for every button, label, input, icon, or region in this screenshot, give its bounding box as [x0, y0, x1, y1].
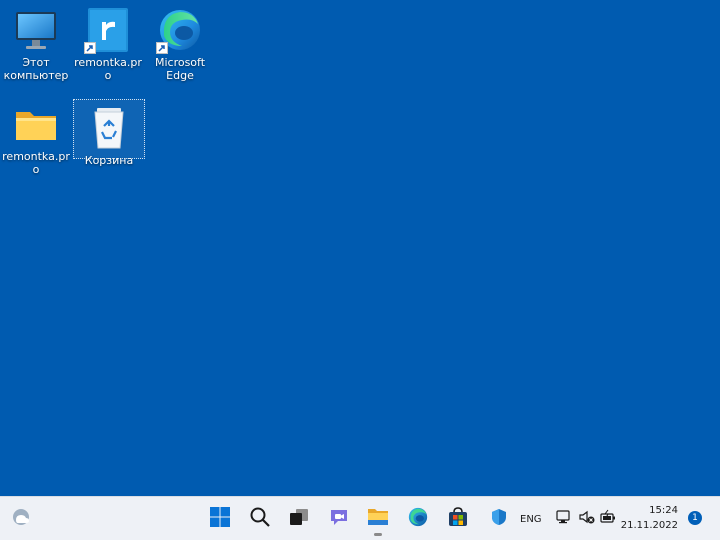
active-app-indicator — [374, 533, 382, 536]
file-explorer-icon — [366, 506, 390, 532]
desktop-icon-remontka-folder[interactable]: remontka.pro — [0, 96, 72, 176]
network-tray-button[interactable] — [553, 504, 575, 534]
windows-start-icon — [209, 506, 231, 532]
folder-icon — [12, 100, 60, 148]
shortcut-arrow-icon — [84, 42, 96, 54]
network-icon — [556, 509, 572, 529]
desktop-icon-recycle-bin[interactable]: Корзина — [73, 99, 145, 167]
shortcut-arrow-icon — [156, 42, 168, 54]
edge-taskbar-button[interactable] — [403, 504, 433, 534]
desktop-icon-label: Корзина — [84, 154, 134, 167]
edge-icon — [156, 6, 204, 54]
battery-tray-button[interactable] — [597, 504, 619, 534]
edge-icon — [407, 506, 429, 532]
language-indicator[interactable]: ENG — [520, 514, 542, 525]
desktop-icon-remontka-shortcut[interactable]: remontka.pro — [72, 2, 144, 82]
speaker-muted-icon — [578, 509, 596, 529]
battery-icon — [599, 509, 617, 529]
search-icon — [249, 506, 271, 532]
chat-button[interactable] — [324, 504, 354, 534]
weather-widget-icon — [10, 506, 32, 532]
shield-icon — [491, 508, 507, 530]
search-button[interactable] — [245, 504, 275, 534]
clock-time: 15:24 — [649, 505, 678, 516]
security-tray-button[interactable] — [488, 504, 510, 534]
desktop-icon-label: remontka.pro — [2, 150, 70, 176]
file-explorer-button[interactable] — [363, 504, 393, 534]
clock-date: 21.11.2022 — [620, 520, 678, 531]
store-button[interactable] — [443, 504, 473, 534]
widgets-button[interactable] — [6, 504, 36, 534]
desktop-icon-label: Этот компьютер — [3, 56, 69, 82]
store-icon — [447, 506, 469, 532]
remontka-r-icon — [84, 6, 132, 54]
desktop-icon-this-pc[interactable]: Этот компьютер — [0, 2, 72, 82]
desktop[interactable]: Этот компьютер remontka.pro Microsoft Ed… — [0, 0, 720, 496]
volume-tray-button[interactable] — [576, 504, 598, 534]
desktop-icon-edge[interactable]: Microsoft Edge — [144, 2, 216, 82]
monitor-icon — [12, 6, 60, 54]
start-button[interactable] — [205, 504, 235, 534]
task-view-icon — [288, 506, 310, 532]
teams-chat-icon — [328, 506, 350, 532]
clock[interactable]: 15:24 21.11.2022 — [621, 503, 678, 533]
taskbar: ENG 15:24 21.11.2022 1 — [0, 496, 720, 540]
desktop-icon-label: Microsoft Edge — [154, 56, 206, 82]
recycle-bin-icon — [85, 104, 133, 152]
task-view-button[interactable] — [284, 504, 314, 534]
notification-badge[interactable]: 1 — [688, 511, 702, 525]
desktop-icon-label: remontka.pro — [74, 56, 142, 82]
